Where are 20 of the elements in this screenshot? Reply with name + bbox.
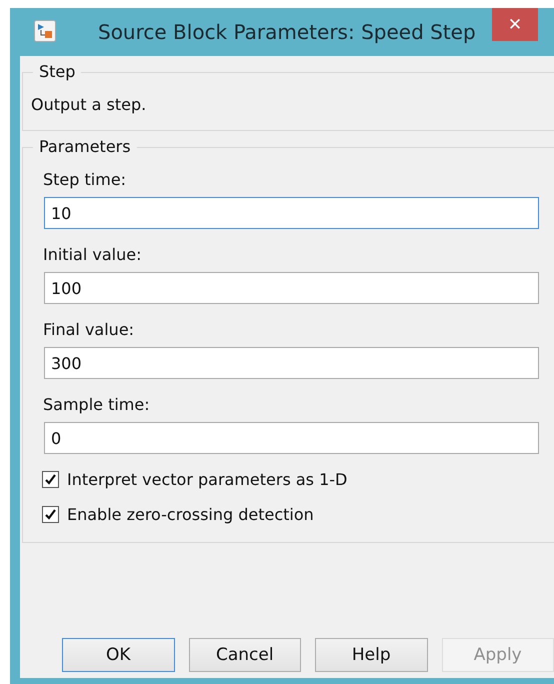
checkbox-label: Interpret vector parameters as 1-D xyxy=(67,470,348,489)
dialog-button[interactable]: Help xyxy=(315,638,428,672)
field-label: Initial value: xyxy=(43,245,142,264)
block-icon xyxy=(34,20,56,42)
input-field[interactable]: 10 xyxy=(44,197,539,229)
checkbox[interactable] xyxy=(42,506,59,523)
window-title: Source Block Parameters: Speed Step xyxy=(98,20,476,44)
dialog-button[interactable]: Cancel xyxy=(188,638,301,672)
description-text: Output a step. xyxy=(31,95,148,114)
group-title: Step xyxy=(33,62,82,81)
field-label: Step time: xyxy=(43,170,128,189)
field-label: Sample time: xyxy=(43,395,151,414)
checkbox[interactable] xyxy=(42,471,59,488)
checkbox-label: Enable zero-crossing detection xyxy=(67,505,314,524)
close-button[interactable]: ✕ xyxy=(492,8,538,41)
input-field[interactable]: 100 xyxy=(44,272,539,304)
field-label: Final value: xyxy=(43,320,136,339)
dialog-button[interactable]: OK xyxy=(62,638,174,672)
input-field[interactable]: 0 xyxy=(44,422,539,454)
input-field[interactable]: 300 xyxy=(44,347,539,379)
